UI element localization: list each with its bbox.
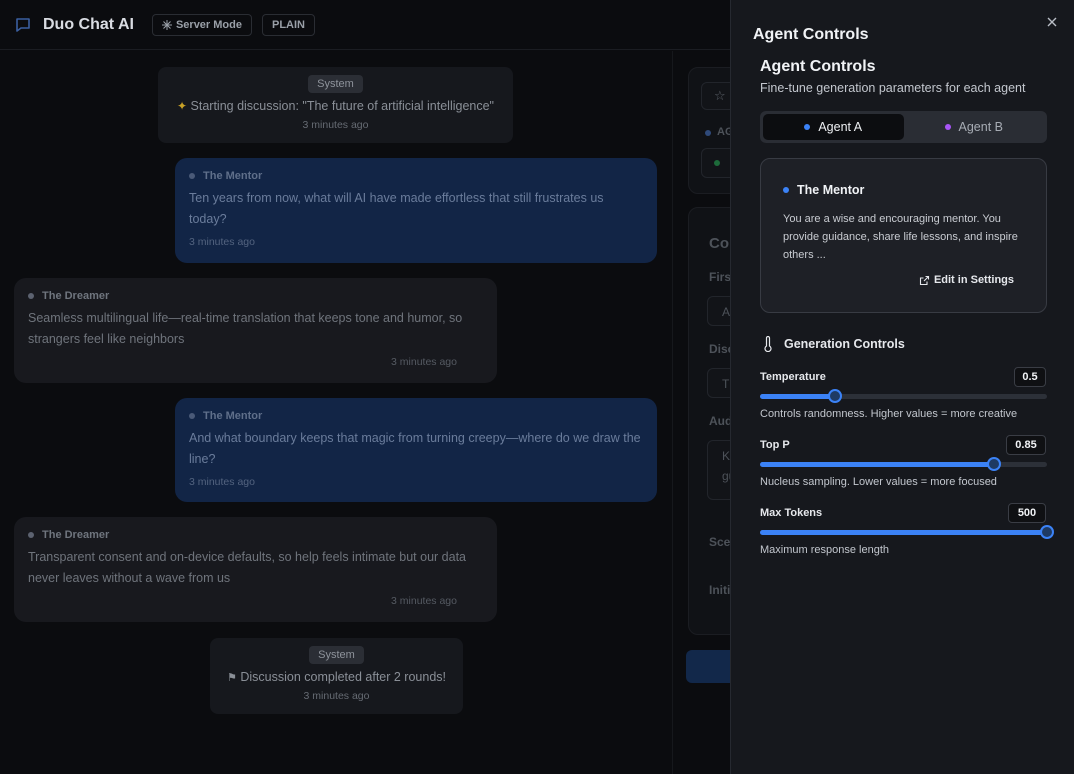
message-dreamer: The Dreamer Seamless multilingual life—r…	[14, 278, 497, 383]
close-button[interactable]	[1044, 14, 1060, 30]
agent-a-dot	[804, 124, 811, 130]
message-text: Ten years from now, what will AI have ma…	[189, 191, 604, 226]
tab-label: Agent A	[818, 120, 863, 134]
max-tokens-thumb[interactable]	[1040, 525, 1054, 539]
system-message-start: System ✦ Starting discussion: "The futur…	[158, 67, 513, 143]
message-text: Seamless multilingual life—real-time tra…	[28, 311, 463, 346]
generation-controls-title: Generation Controls	[764, 336, 905, 352]
server-mode-label: Server Mode	[175, 18, 242, 31]
system-badge: System	[308, 75, 363, 93]
system-text: ⚑ Discussion completed after 2 rounds!	[226, 670, 447, 684]
tab-agent-a[interactable]: Agent A	[763, 114, 904, 140]
server-mode-badge[interactable]: Server Mode	[151, 13, 252, 36]
tab-label: Agent B	[958, 120, 1003, 134]
section-title: Agent Controls	[760, 58, 876, 75]
max-tokens-slider[interactable]	[760, 525, 1054, 539]
status-dot	[705, 130, 711, 136]
message-time: 3 minutes ago	[391, 595, 457, 607]
message-text: And what boundary keeps that magic from …	[189, 431, 641, 466]
scenario-label-fragment: Sce	[709, 535, 731, 549]
temperature-slider[interactable]	[760, 389, 1047, 403]
message-mentor: The Mentor Ten years from now, what will…	[175, 158, 657, 263]
temperature-help: Controls randomness. Higher values = mor…	[760, 408, 1018, 420]
tab-agent-b[interactable]: Agent B	[904, 114, 1045, 140]
system-time: 3 minutes ago	[302, 119, 369, 131]
temperature-value[interactable]: 0.5	[1014, 367, 1046, 387]
section-subtitle: Fine-tune generation parameters for each…	[760, 81, 1026, 95]
format-badge[interactable]: PLAIN	[261, 13, 315, 36]
agent-name: The Mentor	[783, 183, 864, 197]
system-message-end: System ⚑ Discussion completed after 2 ro…	[210, 638, 463, 714]
message-author: The Mentor	[189, 170, 643, 182]
message-time: 3 minutes ago	[189, 476, 255, 488]
message-dreamer: The Dreamer Transparent consent and on-d…	[14, 517, 497, 622]
top-p-thumb[interactable]	[987, 457, 1002, 471]
temperature-fill	[760, 394, 835, 399]
agent-card: The Mentor You are a wise and encouragin…	[760, 158, 1047, 313]
agent-tabs: Agent A Agent B	[760, 111, 1047, 143]
chat-transcript: System ✦ Starting discussion: "The futur…	[0, 51, 672, 774]
system-time: 3 minutes ago	[303, 690, 370, 702]
agent-prompt-preview: You are a wise and encouraging mentor. Y…	[783, 213, 1018, 261]
audience-label-fragment: Aud	[709, 414, 733, 428]
message-text: Transparent consent and on-device defaul…	[28, 550, 467, 585]
system-text: ✦ Starting discussion: "The future of ar…	[176, 99, 494, 113]
system-badge: System	[309, 646, 364, 664]
edit-in-settings-link[interactable]: Edit in Settings	[919, 274, 1014, 286]
close-icon	[1047, 17, 1057, 27]
top-p-label: Top P	[760, 439, 790, 451]
max-tokens-fill	[760, 530, 1047, 535]
initial-label-fragment: Initi	[709, 583, 731, 597]
flag-icon: ⚑	[226, 672, 237, 684]
message-time: 3 minutes ago	[391, 356, 457, 368]
max-tokens-help: Maximum response length	[760, 544, 890, 556]
top-p-value[interactable]: 0.85	[1006, 435, 1046, 455]
external-link-icon	[919, 275, 929, 285]
agent-controls-drawer: Agent Controls Agent Controls Fine-tune …	[730, 0, 1074, 774]
chat-bubble-icon	[14, 16, 32, 34]
app-title: Duo Chat AI	[43, 15, 134, 33]
star-icon: ☆	[714, 88, 726, 103]
message-author: The Mentor	[189, 410, 643, 422]
top-p-slider[interactable]	[760, 457, 1047, 471]
temperature-thumb[interactable]	[827, 389, 842, 403]
temperature-label: Temperature	[760, 371, 826, 383]
config-title-fragment: Co	[709, 235, 729, 252]
online-dot	[714, 160, 720, 166]
message-author: The Dreamer	[28, 529, 483, 541]
agent-b-dot	[944, 124, 951, 130]
top-p-help: Nucleus sampling. Lower values = more fo…	[760, 476, 997, 488]
thermometer-icon	[764, 336, 772, 352]
max-tokens-label: Max Tokens	[760, 507, 823, 519]
max-tokens-value[interactable]: 500	[1008, 503, 1046, 523]
message-mentor: The Mentor And what boundary keeps that …	[175, 398, 657, 502]
sparkle-icon	[161, 19, 172, 30]
drawer-title: Agent Controls	[753, 26, 869, 43]
panel-divider	[672, 51, 673, 774]
top-p-fill	[760, 462, 995, 467]
message-time: 3 minutes ago	[189, 236, 255, 248]
sparkles-icon: ✦	[176, 99, 188, 113]
message-author: The Dreamer	[28, 290, 483, 302]
